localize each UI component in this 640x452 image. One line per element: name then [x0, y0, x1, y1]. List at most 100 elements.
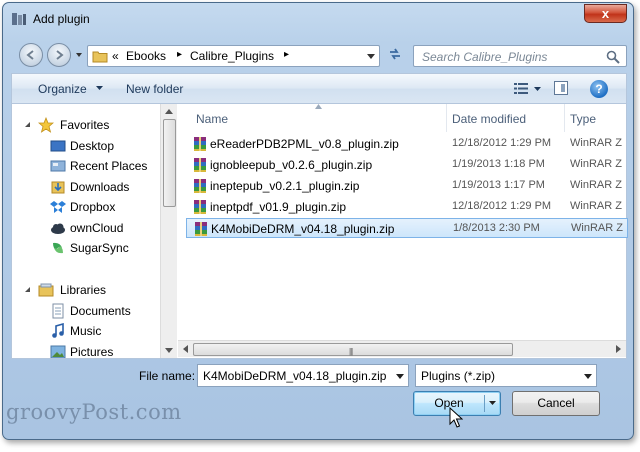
file-row[interactable]: K4MobiDeDRM_v04.18_plugin.zip 1/8/2013 2:…	[186, 218, 628, 238]
scroll-up-icon[interactable]	[165, 108, 173, 114]
sidebar-item-label: Dropbox	[70, 200, 116, 214]
back-arrow-icon	[26, 50, 34, 60]
file-type-cell: WinRAR Z	[571, 222, 623, 234]
column-divider[interactable]	[564, 104, 565, 132]
organize-dropdown-icon[interactable]	[96, 86, 103, 90]
search-input[interactable]: Search Calibre_Plugins	[422, 50, 547, 64]
file-list-horizontal-scrollbar[interactable]: |||	[178, 340, 626, 357]
file-row[interactable]: eReaderPDB2PML_v0.8_plugin.zip 12/18/2012…	[186, 134, 628, 154]
sidebar-item-label: Music	[70, 324, 102, 338]
close-button[interactable]: x	[584, 4, 627, 23]
recent-locations-dropdown-icon[interactable]	[75, 51, 83, 59]
preview-pane-icon[interactable]	[554, 81, 568, 95]
scroll-left-icon[interactable]	[182, 345, 188, 353]
winrar-archive-icon	[193, 221, 209, 240]
column-header-type[interactable]: Type	[570, 112, 596, 126]
dialog-title: Add plugin	[33, 12, 90, 26]
sidebar-libraries-header[interactable]: Libraries	[12, 280, 160, 300]
sidebar-item-owncloud[interactable]: ownCloud	[12, 218, 160, 238]
address-dropdown-icon[interactable]	[367, 54, 375, 60]
winrar-archive-icon	[192, 157, 208, 176]
file-name-label: File name:	[139, 369, 196, 383]
file-row[interactable]: ineptpdf_v01.9_plugin.zip 12/18/2012 1:29…	[186, 197, 628, 217]
column-header-name[interactable]: Name	[196, 112, 228, 126]
address-bar[interactable]: « Ebooks ▸ Calibre_Plugins ▸	[87, 45, 380, 67]
search-box[interactable]: Search Calibre_Plugins	[413, 45, 627, 67]
breadcrumb-ebooks[interactable]: Ebooks	[126, 49, 166, 63]
folder-icon	[92, 51, 108, 63]
dialog-app-icon	[12, 13, 26, 25]
file-date-cell: 12/18/2012 1:29 PM	[452, 137, 552, 149]
recent-places-icon	[50, 160, 66, 172]
collapse-triangle-icon[interactable]	[20, 117, 36, 133]
file-name-cell: ignobleepub_v0.2.6_plugin.zip	[210, 158, 373, 172]
file-name-cell: ineptepub_v0.2.1_plugin.zip	[210, 179, 360, 193]
forward-arrow-icon	[56, 50, 64, 60]
file-name-input[interactable]: K4MobiDeDRM_v04.18_plugin.zip	[203, 369, 386, 383]
sidebar-item-label: Recent Places	[70, 159, 148, 173]
file-date-cell: 1/8/2013 2:30 PM	[453, 222, 540, 234]
help-icon[interactable]: ?	[590, 80, 608, 98]
column-header-date-modified[interactable]: Date modified	[452, 112, 526, 126]
sidebar-item-label: SugarSync	[70, 241, 129, 255]
file-type-cell: WinRAR Z	[570, 158, 622, 170]
file-row[interactable]: ignobleepub_v0.2.6_plugin.zip 1/19/2013 1…	[186, 155, 628, 175]
forward-button[interactable]	[47, 43, 71, 67]
file-type-select[interactable]: Plugins (*.zip)	[415, 364, 597, 387]
sidebar-item-documents[interactable]: Documents	[12, 301, 160, 321]
file-date-cell: 12/18/2012 1:29 PM	[452, 200, 552, 212]
scroll-down-icon[interactable]	[165, 348, 173, 354]
sidebar-favorites-header[interactable]: Favorites	[12, 115, 160, 135]
sugarsync-icon	[53, 242, 63, 254]
refresh-button[interactable]	[383, 46, 407, 66]
winrar-archive-icon	[192, 178, 208, 197]
file-type-value: Plugins (*.zip)	[421, 369, 496, 383]
file-name-field[interactable]: K4MobiDeDRM_v04.18_plugin.zip	[197, 364, 409, 387]
organize-button[interactable]: Organize	[38, 82, 87, 96]
browser-content: Favorites Desktop Recent Places Download…	[11, 104, 628, 359]
view-options-dropdown-icon[interactable]	[534, 87, 541, 91]
horizontal-scroll-thumb[interactable]: |||	[193, 343, 513, 356]
sidebar-item-downloads[interactable]: Downloads	[12, 177, 160, 197]
sidebar-item-desktop[interactable]: Desktop	[12, 136, 160, 156]
star-icon	[38, 117, 54, 133]
open-options-dropdown-icon[interactable]	[489, 401, 496, 405]
scroll-thumb[interactable]	[163, 119, 176, 207]
file-name-cell: ineptpdf_v01.9_plugin.zip	[210, 200, 347, 214]
file-type-cell: WinRAR Z	[570, 200, 622, 212]
sidebar-item-label: Desktop	[70, 139, 115, 153]
sidebar-item-label: Downloads	[70, 180, 130, 194]
sidebar-item-music[interactable]: Music	[12, 321, 160, 341]
file-name-dropdown-icon[interactable]	[396, 374, 404, 379]
sidebar-item-recent-places[interactable]: Recent Places	[12, 156, 160, 176]
watermark-text: groovyPost.com	[6, 400, 182, 424]
cancel-button[interactable]: Cancel	[512, 391, 600, 416]
split-divider	[484, 395, 485, 412]
sidebar-item-label: ownCloud	[70, 221, 124, 235]
breadcrumb-separator-icon[interactable]: ▸	[284, 49, 289, 60]
sidebar-item-pictures[interactable]: Pictures	[12, 342, 160, 358]
sidebar-item-sugarsync[interactable]: SugarSync	[12, 238, 160, 258]
breadcrumb-overflow[interactable]: «	[112, 49, 119, 63]
file-date-cell: 1/19/2013 1:18 PM	[452, 158, 545, 170]
new-folder-button[interactable]: New folder	[126, 82, 183, 96]
file-type-dropdown-icon[interactable]	[584, 374, 592, 379]
owncloud-icon	[51, 223, 65, 234]
sidebar-item-dropbox[interactable]: Dropbox	[12, 197, 160, 217]
downloads-icon	[51, 181, 65, 194]
dropbox-icon	[50, 201, 66, 213]
desktop-icon	[50, 140, 66, 152]
mouse-cursor-icon	[449, 407, 463, 428]
navigation-pane-scrollbar[interactable]	[160, 104, 177, 358]
back-button[interactable]	[19, 43, 43, 67]
scroll-right-icon[interactable]	[616, 345, 622, 353]
file-row[interactable]: ineptepub_v0.2.1_plugin.zip 1/19/2013 1:1…	[186, 176, 628, 196]
breadcrumb-calibre-plugins[interactable]: Calibre_Plugins	[190, 49, 274, 63]
change-view-icon[interactable]	[514, 82, 528, 95]
command-bar: Organize New folder ?	[11, 73, 627, 104]
search-icon[interactable]	[606, 50, 620, 64]
column-divider[interactable]	[446, 104, 447, 132]
file-name-cell: eReaderPDB2PML_v0.8_plugin.zip	[210, 137, 399, 151]
breadcrumb-separator-icon[interactable]: ▸	[177, 49, 182, 60]
collapse-triangle-icon[interactable]	[20, 282, 36, 298]
